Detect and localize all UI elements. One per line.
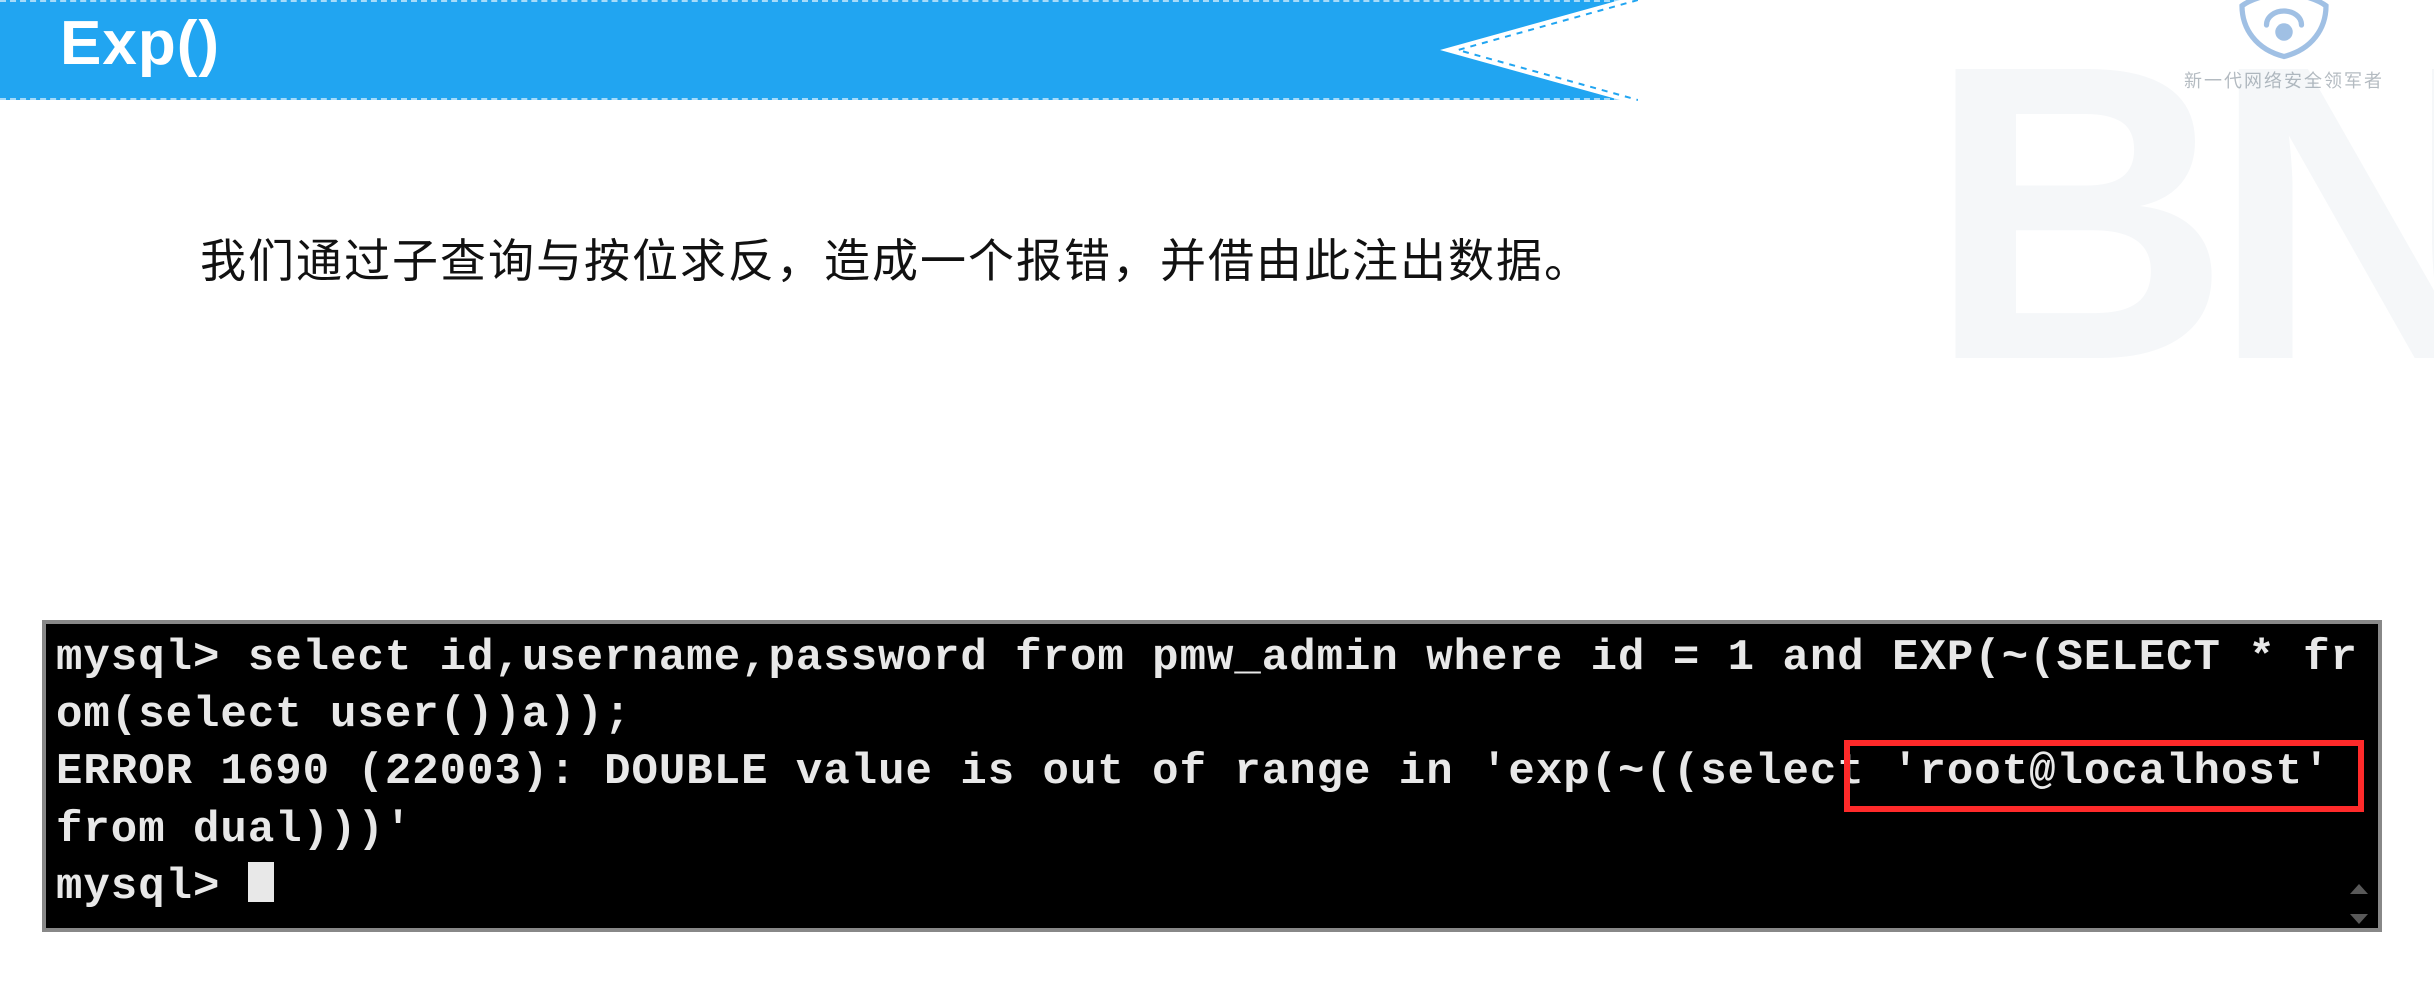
terminal-container: mysql> select id,username,password from … — [42, 620, 2382, 932]
logo-area: 新一代网络安全领军者 — [2184, 0, 2384, 93]
terminal-cursor-icon — [248, 862, 274, 902]
terminal-line-1: mysql> select id,username,password from … — [56, 633, 2358, 740]
title-bar — [0, 0, 1620, 100]
scroll-indicator-icon — [2342, 884, 2376, 924]
body-paragraph: 我们通过子查询与按位求反，造成一个报错，并借由此注出数据。 — [200, 225, 1592, 291]
logo-subtext: 新一代网络安全领军者 — [2184, 67, 2384, 93]
terminal-prompt: mysql> — [56, 862, 248, 912]
page-title: Exp() — [60, 8, 220, 79]
terminal-line-2: ERROR 1690 (22003): DOUBLE value is out … — [56, 747, 2358, 854]
terminal: mysql> select id,username,password from … — [42, 620, 2382, 932]
shield-icon — [2229, 0, 2339, 60]
title-bar-notch — [1440, 0, 1620, 100]
